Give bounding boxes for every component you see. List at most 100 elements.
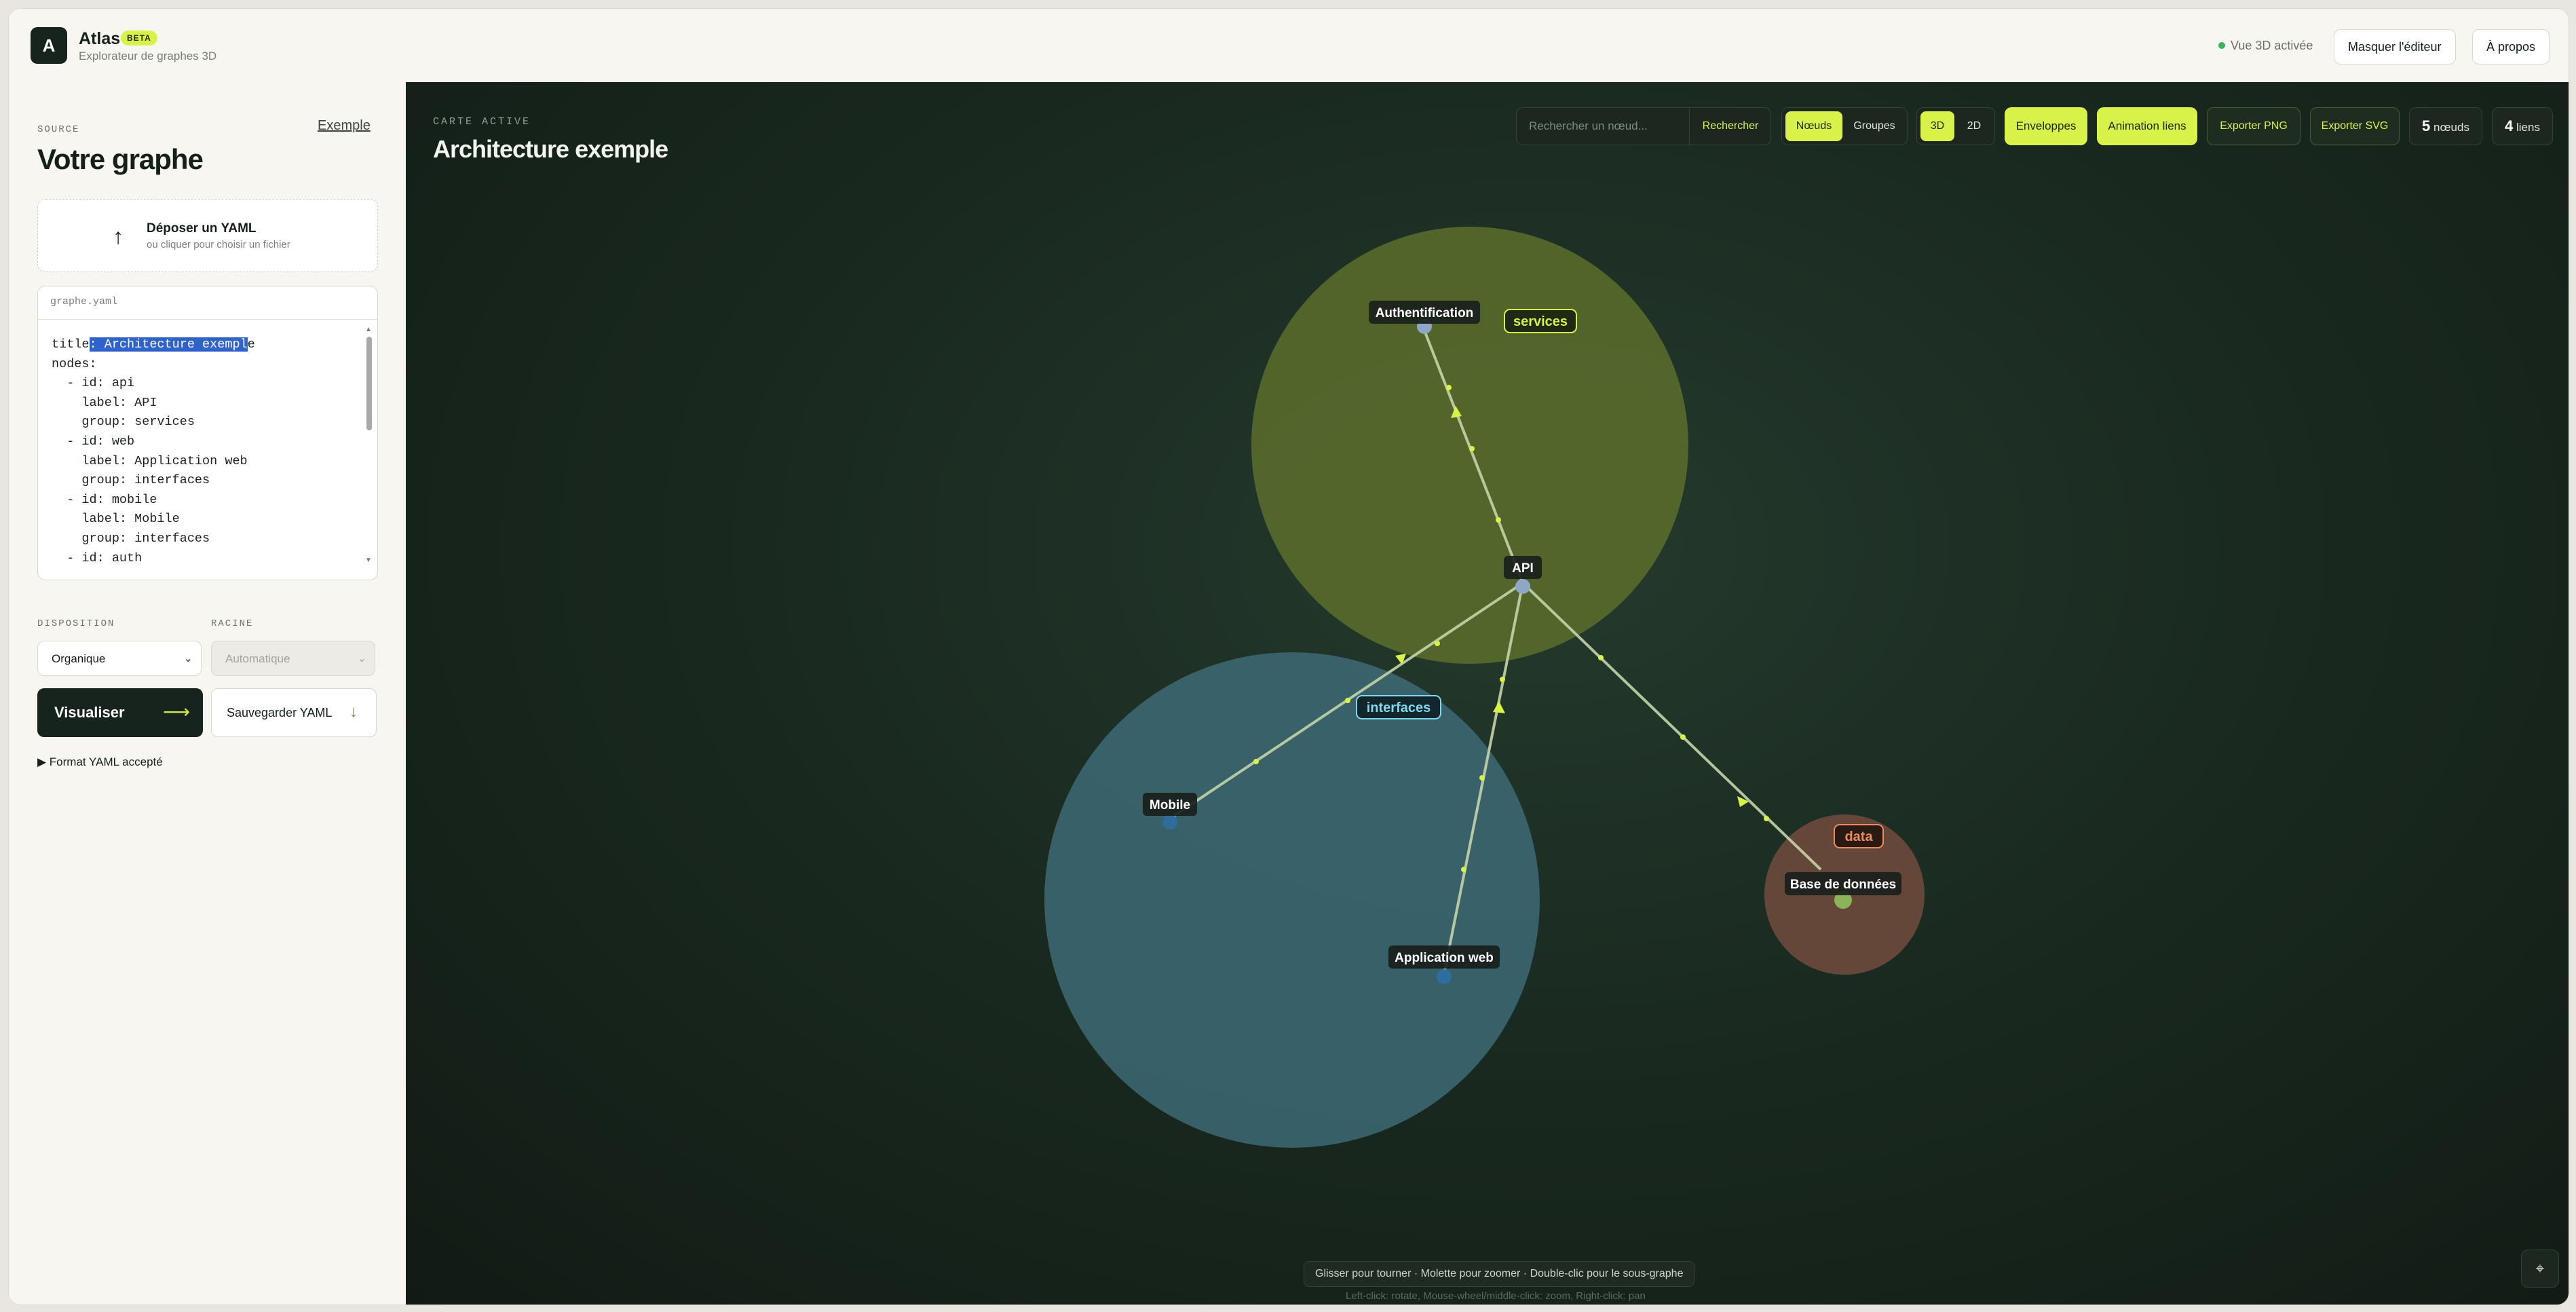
- link-particle: [1764, 816, 1769, 821]
- chevron-down-icon: ⌄: [183, 653, 193, 664]
- group-envelope-interfaces: [1044, 652, 1540, 1148]
- mode-toggle: Nœuds Groupes: [1781, 107, 1908, 145]
- code-line: label: Application web: [52, 453, 248, 468]
- code-line: - id: api: [52, 376, 135, 391]
- save-yaml-label: Sauvegarder YAML: [227, 706, 333, 719]
- code-line: label: API: [52, 395, 157, 410]
- active-map-label: CARTE ACTIVE: [433, 116, 531, 128]
- export-png-button[interactable]: Exporter PNG: [2207, 107, 2300, 145]
- view-2d-button[interactable]: 2D: [1957, 111, 1991, 141]
- status-3d: Vue 3D activée: [2216, 39, 2313, 53]
- chevron-down-icon: ⌄: [357, 653, 366, 664]
- dropzone-title: Déposer un YAML: [147, 221, 257, 236]
- node-label-mobile: Mobile: [1150, 798, 1190, 812]
- visualize-label: Visualiser: [54, 704, 125, 721]
- link-count: 4 liens: [2492, 107, 2553, 145]
- graph-canvas[interactable]: Authentification API Mobile Application …: [406, 82, 2569, 1305]
- yaml-textarea[interactable]: title: Architecture exemple nodes: - id:…: [52, 335, 364, 568]
- view-toggle: 3D 2D: [1916, 107, 1995, 145]
- mode-nodes-button[interactable]: Nœuds: [1785, 111, 1842, 141]
- mode-groups-button[interactable]: Groupes: [1845, 111, 1903, 141]
- controls-hint: Glisser pour tourner · Molette pour zoom…: [1304, 1261, 1695, 1287]
- link-particle: [1598, 655, 1604, 660]
- yaml-editor[interactable]: graphe.yaml title: Architecture exemple …: [37, 286, 378, 580]
- node-label-auth: Authentification: [1376, 306, 1474, 320]
- arrow-right-icon: ⟶: [163, 701, 191, 722]
- example-link[interactable]: Exemple: [318, 118, 371, 134]
- root-select-value: Automatique: [225, 652, 290, 665]
- node-label-web: Application web: [1395, 951, 1494, 965]
- visualize-button[interactable]: Visualiser ⟶: [37, 688, 203, 737]
- layout-select-value: Organique: [52, 652, 106, 665]
- link-particle: [1496, 517, 1501, 523]
- link-count-value: 4: [2505, 117, 2514, 134]
- search-button[interactable]: Rechercher: [1689, 108, 1771, 145]
- link-particle: [1469, 446, 1475, 451]
- editor-sidebar: SOURCE Exemple Votre graphe ↑ Déposer un…: [9, 82, 406, 1305]
- beta-badge: BETA: [121, 31, 157, 45]
- about-button[interactable]: À propos: [2472, 29, 2550, 64]
- dropzone-subtitle: ou cliquer pour choisir un fichier: [147, 239, 290, 250]
- editor-divider: [38, 319, 377, 320]
- link-particle: [1479, 775, 1485, 781]
- layout-label: DISPOSITION: [37, 618, 115, 629]
- link-particle: [1680, 734, 1686, 740]
- node-label-db: Base de données: [1790, 878, 1896, 892]
- app-name: Atlas: [79, 29, 121, 48]
- yaml-dropzone[interactable]: ↑ Déposer un YAML ou cliquer pour choisi…: [37, 199, 378, 272]
- yaml-format-toggle[interactable]: ▶ Format YAML accepté: [37, 755, 163, 769]
- link-particle: [1461, 867, 1466, 872]
- app-window: A Atlas BETA Explorateur de graphes 3D V…: [8, 8, 2569, 1305]
- node-mobile[interactable]: [1162, 814, 1177, 829]
- scroll-up-icon[interactable]: ▲: [365, 326, 372, 333]
- editor-scrollbar[interactable]: [366, 337, 372, 430]
- link-particle: [1253, 759, 1259, 764]
- node-count-value: 5: [2422, 117, 2431, 134]
- code-line: nodes:: [52, 356, 97, 371]
- code-line: - id: web: [52, 434, 135, 449]
- export-svg-button[interactable]: Exporter SVG: [2310, 107, 2400, 145]
- group-label-interfaces: interfaces: [1367, 700, 1431, 715]
- link-particle: [1446, 385, 1452, 390]
- upload-arrow-icon: ↑: [113, 224, 124, 248]
- node-web[interactable]: [1437, 969, 1452, 984]
- node-count: 5 nœuds: [2409, 107, 2482, 145]
- link-animation-toggle[interactable]: Animation liens: [2097, 107, 2197, 145]
- search-input[interactable]: Rechercher un nœud...: [1529, 119, 1648, 133]
- hide-editor-button[interactable]: Masquer l'éditeur: [2334, 29, 2456, 64]
- link-api-db: [1521, 582, 1822, 871]
- code-line: group: interfaces: [52, 531, 210, 546]
- controls-hint-english: Left-click: rotate, Mouse-wheel/middle-c…: [1346, 1290, 1646, 1302]
- root-label: RACINE: [211, 618, 254, 629]
- link-count-word: liens: [2516, 121, 2540, 134]
- view-3d-button[interactable]: 3D: [1920, 111, 1954, 141]
- download-arrow-icon: ↓: [349, 702, 358, 721]
- layout-select[interactable]: Organique ⌄: [37, 641, 202, 676]
- node-count-word: nœuds: [2433, 121, 2469, 134]
- link-particle: [1500, 677, 1505, 682]
- group-label-services: services: [1513, 314, 1568, 329]
- group-label-data: data: [1844, 829, 1873, 844]
- code-line: label: Mobile: [52, 512, 180, 527]
- source-label: SOURCE: [37, 124, 80, 135]
- link-particle: [1345, 698, 1350, 703]
- code-line: group: services: [52, 415, 195, 430]
- status-text: Vue 3D activée: [2231, 39, 2313, 52]
- node-label-api: API: [1512, 561, 1534, 576]
- code-line: title: Architecture exemple: [52, 337, 255, 352]
- reset-view-icon[interactable]: ⌖: [2521, 1250, 2559, 1288]
- editor-filename: graphe.yaml: [50, 296, 118, 307]
- active-map-title: Architecture exemple: [433, 135, 668, 163]
- top-header: A Atlas BETA Explorateur de graphes 3D V…: [9, 9, 2569, 83]
- node-search: Rechercher un nœud... Rechercher: [1516, 107, 1771, 145]
- node-api[interactable]: [1515, 579, 1530, 594]
- app-subtitle: Explorateur de graphes 3D: [79, 50, 217, 62]
- sidebar-title: Votre graphe: [37, 143, 204, 175]
- graph-svg[interactable]: Authentification API Mobile Application …: [406, 82, 2569, 1305]
- code-line: - id: auth: [52, 550, 143, 565]
- arrow-head-icon: [1493, 701, 1505, 713]
- save-yaml-button[interactable]: Sauvegarder YAML ↓: [211, 688, 377, 737]
- scroll-down-icon[interactable]: ▼: [365, 557, 372, 564]
- envelopes-toggle[interactable]: Enveloppes: [2005, 107, 2087, 145]
- code-line: - id: mobile: [52, 492, 157, 507]
